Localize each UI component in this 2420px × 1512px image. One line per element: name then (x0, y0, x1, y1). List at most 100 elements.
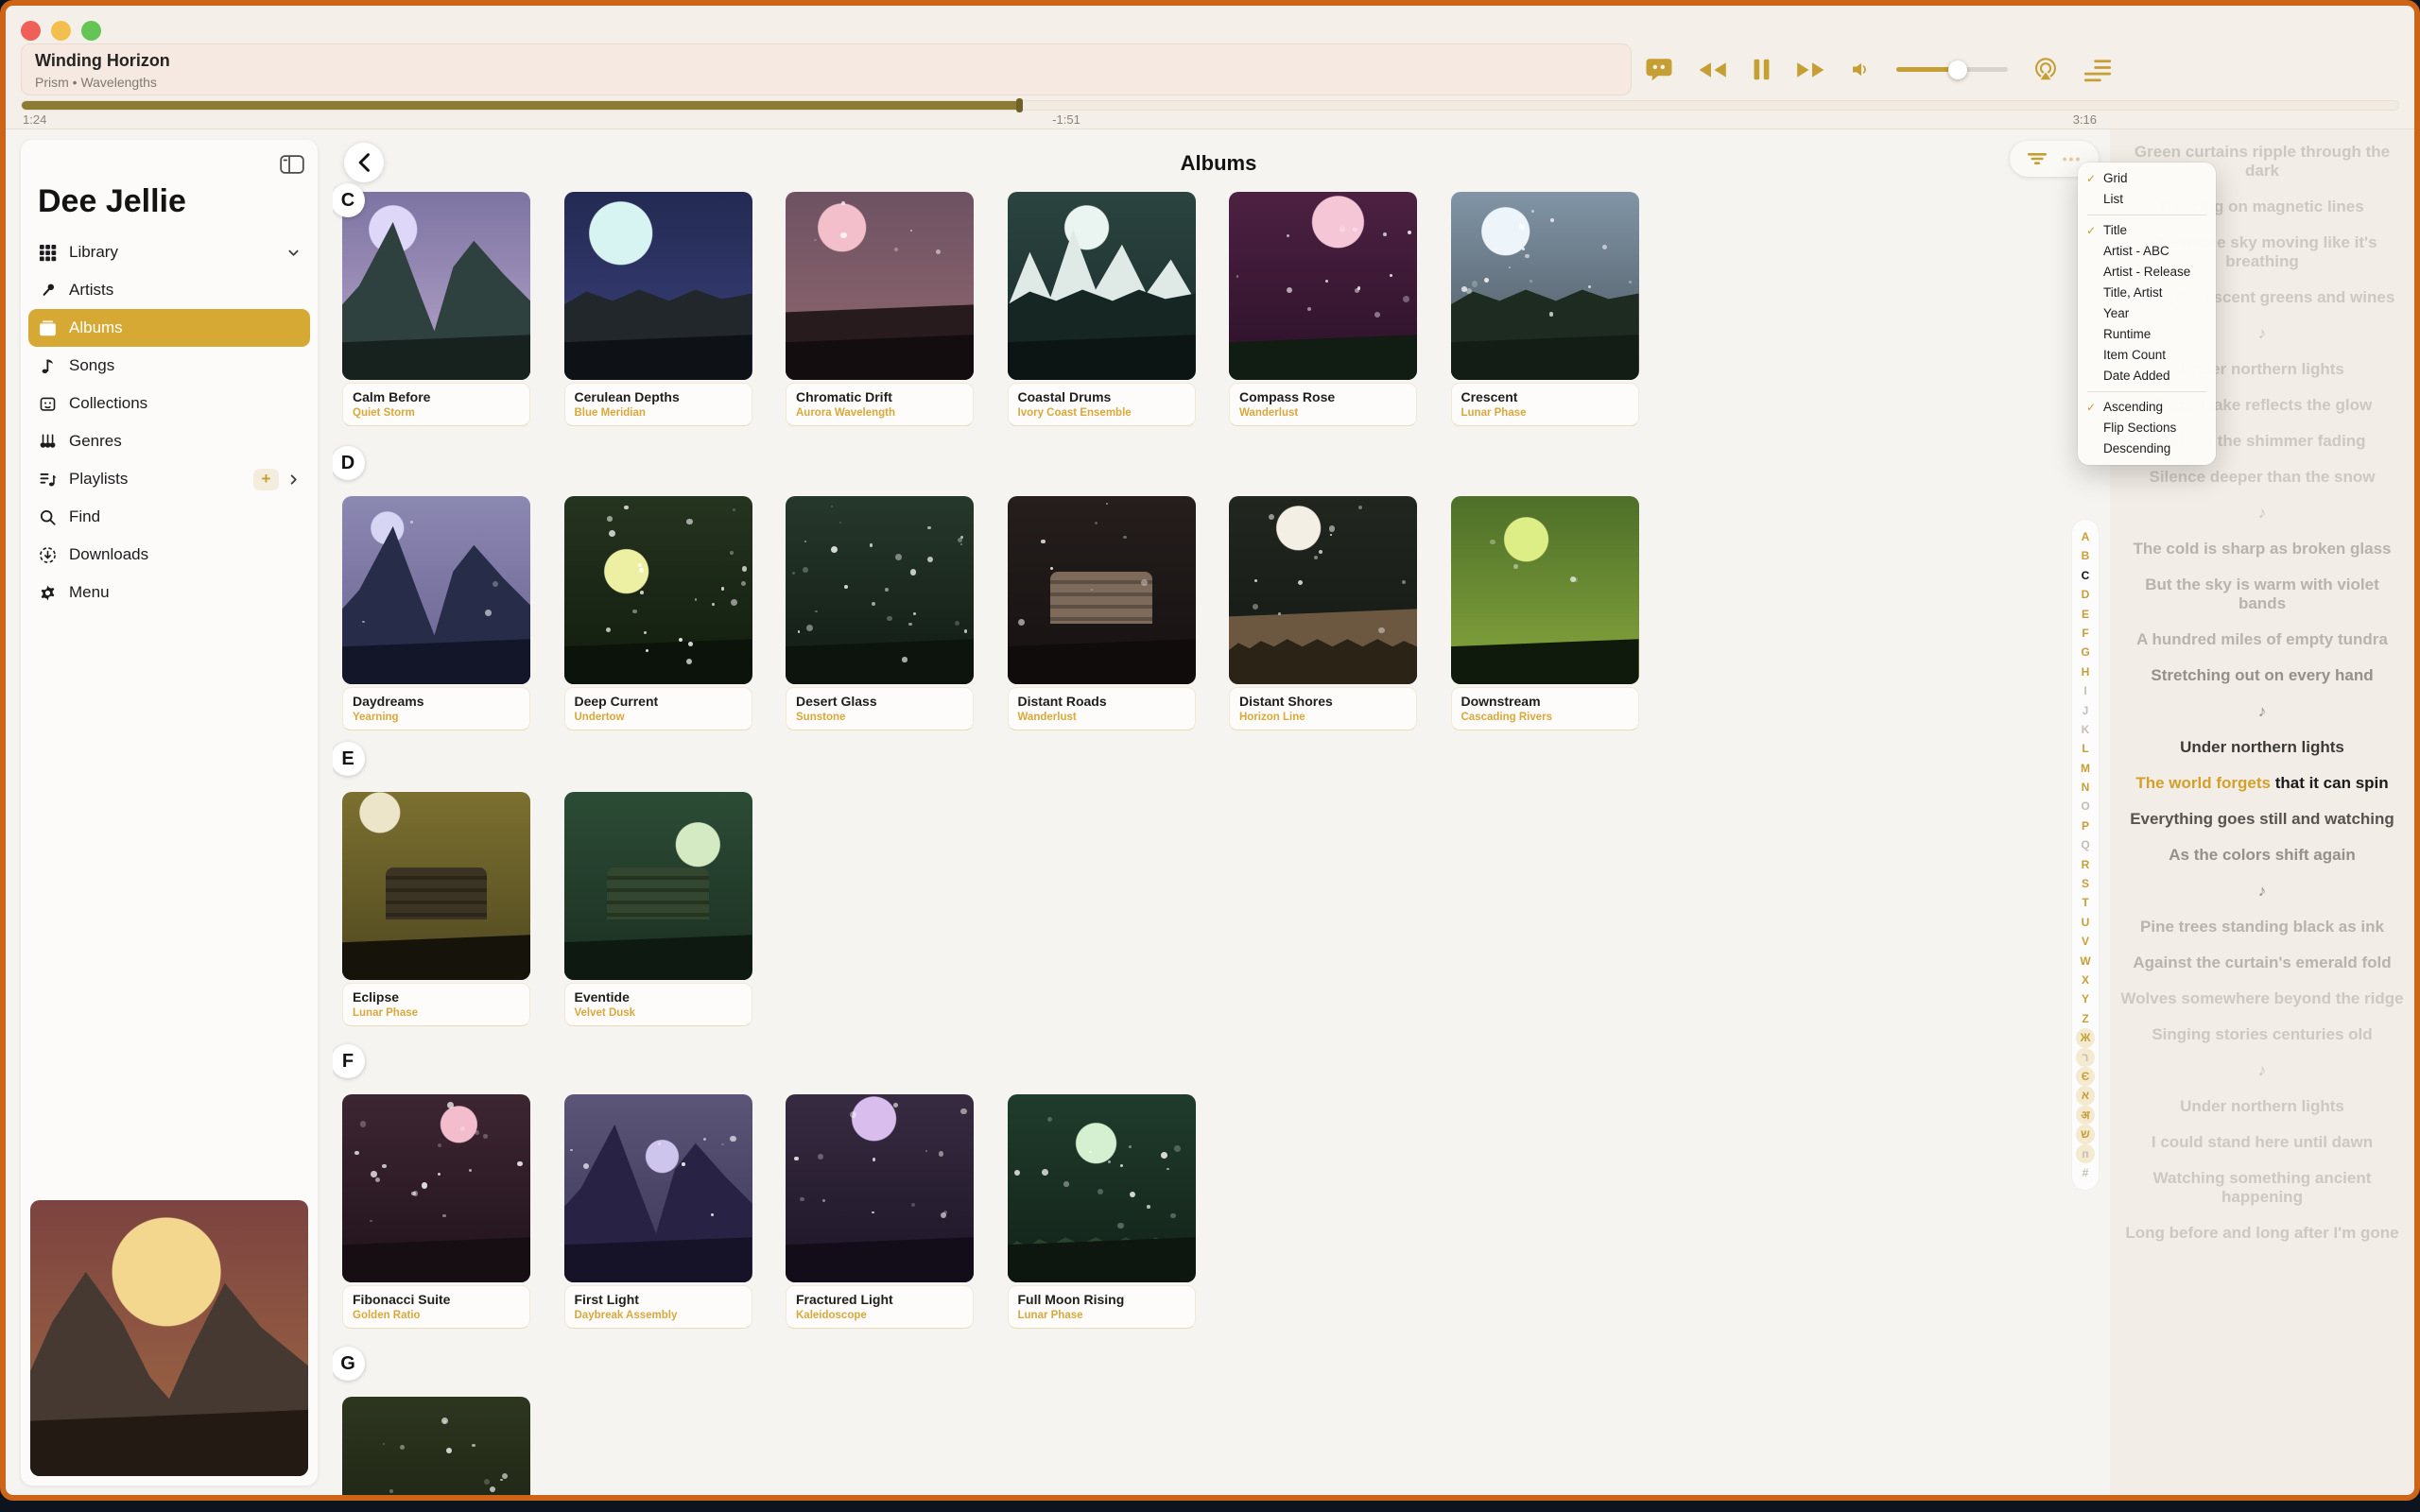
sidebar-item-find[interactable]: Find (28, 498, 310, 536)
add-playlist-button[interactable]: + (253, 469, 279, 490)
lyric-line[interactable]: Under northern lights (2119, 738, 2405, 757)
now-playing-display[interactable]: Winding Horizon Prism • Wavelengths (21, 43, 1632, 95)
album-artwork[interactable] (564, 192, 752, 380)
rail-letter-C[interactable]: C (2076, 566, 2095, 585)
album-artist[interactable]: Velvet Dusk (575, 1007, 742, 1019)
lyric-line[interactable]: The world forgets that it can spin (2119, 774, 2405, 793)
menu-item-ascending[interactable]: ✓Ascending (2078, 397, 2216, 418)
album-artist[interactable]: Blue Meridian (575, 407, 742, 419)
album-tile[interactable]: Deep CurrentUndertow (564, 496, 752, 730)
lyric-line[interactable]: ♪ (2119, 1061, 2405, 1080)
album-artist[interactable]: Wanderlust (1239, 407, 1407, 419)
fast-forward-button[interactable] (1795, 60, 1826, 80)
lyrics-toggle-button[interactable] (1645, 57, 1673, 82)
rail-letter-Y[interactable]: Y (2076, 989, 2095, 1008)
album-artist[interactable]: Quiet Storm (353, 407, 520, 419)
rail-letter-K[interactable]: K (2076, 720, 2095, 739)
album-artwork[interactable] (564, 496, 752, 684)
chevron-down-icon[interactable] (286, 246, 301, 260)
album-tile[interactable]: CrescentLunar Phase (1451, 192, 1639, 426)
album-tile[interactable]: Coastal DrumsIvory Coast Ensemble (1008, 192, 1196, 426)
album-tile[interactable]: DownstreamCascading Rivers (1451, 496, 1639, 730)
lyric-line[interactable]: Against the curtain's emerald fold (2119, 954, 2405, 972)
menu-item-list[interactable]: List (2078, 189, 2216, 210)
rail-letter-O[interactable]: O (2076, 797, 2095, 816)
album-artwork[interactable] (1451, 496, 1639, 684)
sidebar-item-artists[interactable]: Artists (28, 271, 310, 309)
album-artist[interactable]: Undertow (575, 712, 742, 723)
album-tile[interactable]: Fibonacci SuiteGolden Ratio (342, 1094, 530, 1329)
rail-letter-V[interactable]: V (2076, 932, 2095, 951)
album-artwork[interactable] (786, 1094, 974, 1282)
menu-item-grid[interactable]: ✓Grid (2078, 168, 2216, 189)
rail-letter-Ж[interactable]: Ж (2076, 1028, 2095, 1047)
rail-letter-P[interactable]: P (2076, 816, 2095, 835)
album-artist[interactable]: Horizon Line (1239, 712, 1407, 723)
album-tile[interactable]: DaydreamsYearning (342, 496, 530, 730)
rail-letter-H[interactable]: H (2076, 662, 2095, 681)
pause-button[interactable] (1752, 58, 1772, 81)
sidebar-item-playlists[interactable]: Playlists+ (28, 460, 310, 498)
lyric-line[interactable]: Pine trees standing black as ink (2119, 918, 2405, 936)
album-artist[interactable]: Daybreak Assembly (575, 1310, 742, 1321)
rail-letter-א[interactable]: א (2076, 1086, 2095, 1105)
menu-item-item-count[interactable]: Item Count (2078, 345, 2216, 366)
rail-letter-Є[interactable]: Є (2076, 1067, 2095, 1086)
lyric-line[interactable]: Everything goes still and watching (2119, 810, 2405, 829)
album-tile[interactable]: Distant ShoresHorizon Line (1229, 496, 1417, 730)
album-artist[interactable]: Sunstone (796, 712, 963, 723)
volume-icon[interactable] (1850, 60, 1873, 79)
sidebar-item-menu[interactable]: Menu (28, 574, 310, 611)
album-tile[interactable]: Desert GlassSunstone (786, 496, 974, 730)
rail-letter-D[interactable]: D (2076, 585, 2095, 604)
menu-item-runtime[interactable]: Runtime (2078, 324, 2216, 345)
menu-item-flip-sections[interactable]: Flip Sections (2078, 418, 2216, 438)
airplay-button[interactable] (2031, 56, 2060, 84)
lyric-line[interactable]: A hundred miles of empty tundra (2119, 630, 2405, 649)
menu-item-title[interactable]: ✓Title (2078, 220, 2216, 241)
album-artwork[interactable] (786, 496, 974, 684)
menu-item-title-artist[interactable]: Title, Artist (2078, 283, 2216, 303)
album-tile[interactable]: Full Moon RisingLunar Phase (1008, 1094, 1196, 1329)
chevron-right-icon[interactable] (286, 472, 301, 487)
lyric-line[interactable]: As the colors shift again (2119, 846, 2405, 865)
album-artist[interactable]: Yearning (353, 712, 520, 723)
playback-progress-thumb[interactable] (1016, 98, 1023, 112)
rail-letter-J[interactable]: J (2076, 701, 2095, 720)
lyric-line[interactable]: Stretching out on every hand (2119, 666, 2405, 685)
album-artwork[interactable] (564, 792, 752, 980)
lyric-line[interactable]: Silence deeper than the snow (2119, 468, 2405, 487)
sidebar-item-genres[interactable]: Genres (28, 422, 310, 460)
album-artwork[interactable] (1008, 1094, 1196, 1282)
album-tile[interactable]: EclipseLunar Phase (342, 792, 530, 1026)
sidebar-item-library[interactable]: Library (28, 233, 310, 271)
volume-slider[interactable] (1896, 67, 2008, 72)
album-artwork[interactable] (342, 1094, 530, 1282)
rail-letter-ש[interactable]: ש (2076, 1125, 2095, 1143)
sidebar-item-songs[interactable]: Songs (28, 347, 310, 385)
menu-item-year[interactable]: Year (2078, 303, 2216, 324)
album-artwork[interactable] (786, 192, 974, 380)
minimize-window-button[interactable] (51, 21, 71, 41)
rail-letter-W[interactable]: W (2076, 952, 2095, 971)
rail-letter-Q[interactable]: Q (2076, 835, 2095, 854)
lyric-line[interactable]: The cold is sharp as broken glass (2119, 540, 2405, 558)
lyric-line[interactable]: ♪ (2119, 702, 2405, 721)
album-tile[interactable]: First LightDaybreak Assembly (564, 1094, 752, 1329)
volume-slider-thumb[interactable] (1948, 60, 1967, 79)
album-artist[interactable]: Cascading Rivers (1461, 712, 1629, 723)
album-tile[interactable] (342, 1397, 530, 1495)
album-artist[interactable]: Lunar Phase (1461, 407, 1629, 419)
rail-letter-#[interactable]: # (2076, 1163, 2095, 1182)
rail-letter-G[interactable]: G (2076, 643, 2095, 662)
album-artwork[interactable] (564, 1094, 752, 1282)
menu-item-artist-release[interactable]: Artist - Release (2078, 262, 2216, 283)
rail-letter-A[interactable]: A (2076, 527, 2095, 546)
album-artwork[interactable] (1229, 192, 1417, 380)
rail-letter-ר[interactable]: ר (2076, 1048, 2095, 1067)
lyric-line[interactable]: Singing stories centuries old (2119, 1025, 2405, 1044)
lyric-line[interactable]: Watching something ancient happening (2119, 1169, 2405, 1207)
lyric-line[interactable]: But the sky is warm with violet bands (2119, 576, 2405, 613)
zoom-window-button[interactable] (81, 21, 101, 41)
album-artwork[interactable] (342, 792, 530, 980)
